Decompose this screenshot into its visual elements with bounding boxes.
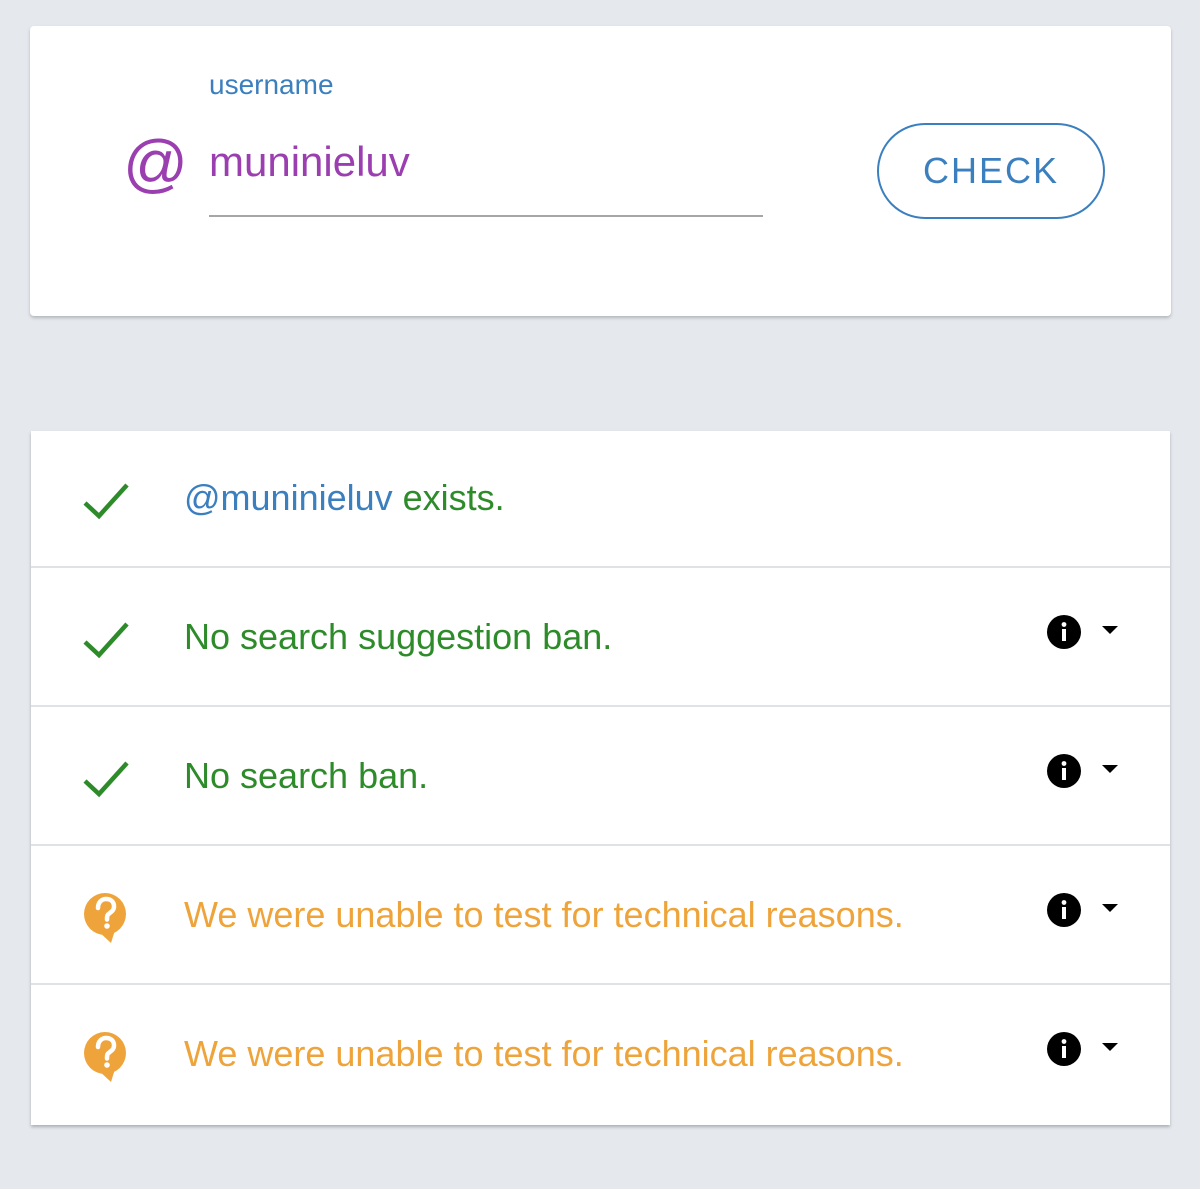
caret-down-icon[interactable]: [1101, 763, 1119, 775]
question-bubble-icon: [84, 893, 126, 943]
username-handle: @muninieluv: [184, 477, 393, 518]
result-message: @muninieluv exists.: [184, 476, 505, 520]
username-field-label: username: [209, 69, 334, 100]
result-row-search-ban[interactable]: No search ban.: [31, 709, 1170, 846]
result-row-exists: @muninieluv exists.: [31, 431, 1170, 568]
question-bubble-icon: [84, 1032, 126, 1082]
results-list: @muninieluv exists. No search suggestion…: [31, 431, 1170, 1125]
result-row-reply-deboosting[interactable]: We were unable to test for technical rea…: [31, 987, 1170, 1124]
result-message: We were unable to test for technical rea…: [184, 1033, 904, 1074]
info-icon[interactable]: [1047, 893, 1081, 927]
checkmark-icon: [83, 761, 129, 798]
result-message: No search ban.: [184, 755, 429, 796]
username-input[interactable]: [209, 135, 763, 217]
result-row-ghost-ban[interactable]: We were unable to test for technical rea…: [31, 848, 1170, 985]
caret-down-icon[interactable]: [1101, 1041, 1119, 1053]
checkmark-icon: [83, 622, 129, 659]
username-search-card: username @ CHECK: [30, 26, 1171, 316]
caret-down-icon[interactable]: [1101, 902, 1119, 914]
result-message: No search suggestion ban.: [184, 616, 613, 657]
caret-down-icon[interactable]: [1101, 624, 1119, 636]
result-row-search-suggestion-ban[interactable]: No search suggestion ban.: [31, 570, 1170, 707]
at-sign-icon: @: [122, 127, 187, 199]
checkmark-icon: [83, 483, 129, 520]
info-icon[interactable]: [1047, 1032, 1081, 1066]
exists-text: exists.: [392, 477, 505, 518]
info-icon[interactable]: [1047, 615, 1081, 649]
info-icon[interactable]: [1047, 754, 1081, 788]
result-message: We were unable to test for technical rea…: [184, 894, 904, 935]
check-button[interactable]: CHECK: [877, 123, 1105, 219]
